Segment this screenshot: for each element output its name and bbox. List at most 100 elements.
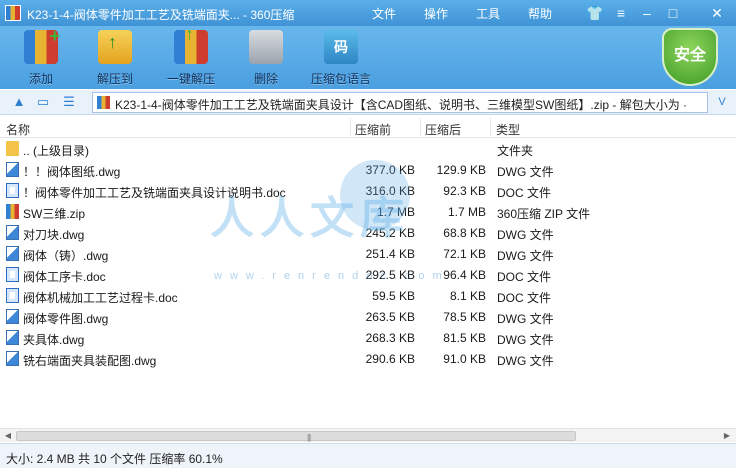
file-type: 360压缩 ZIP 文件 — [497, 207, 591, 221]
file-row[interactable]: SW三维.zip 1.7 MB 1.7 MB 360压缩 ZIP 文件 — [0, 201, 736, 222]
file-name: 夹具体.dwg — [23, 333, 85, 347]
file-name: ！阀体零件加工工艺及铣端面夹具设计说明书.doc — [23, 186, 286, 200]
file-name: .. (上级目录) — [23, 144, 89, 158]
column-type[interactable]: 类型 — [496, 121, 520, 138]
file-list: .. (上级目录) 文件夹 ！！阀体图纸.dwg 377.0 KB 129.9 … — [0, 138, 736, 428]
menu-file[interactable]: 文件 — [372, 5, 396, 22]
file-compressed-size: 96.4 KB — [443, 268, 486, 282]
file-size: 1.7 MB — [376, 205, 415, 219]
address-dropdown-icon[interactable]: V — [712, 93, 732, 111]
add-button[interactable]: 添加 — [6, 26, 76, 88]
column-divider[interactable] — [420, 118, 421, 136]
column-divider[interactable] — [350, 118, 351, 136]
zip-file-icon — [6, 204, 19, 219]
file-row[interactable]: 阀体机械加工工艺过程卡.doc 59.5 KB 8.1 KB DOC 文件 — [0, 285, 736, 306]
file-row[interactable]: 铣右端面夹具装配图.dwg 290.6 KB 91.0 KB DWG 文件 — [0, 348, 736, 369]
status-text: 大小: 2.4 MB 共 10 个文件 压缩率 60.1% — [6, 452, 223, 466]
file-size: 290.6 KB — [365, 352, 415, 366]
file-name: 铣右端面夹具装配图.dwg — [23, 354, 157, 368]
file-type: 文件夹 — [497, 144, 534, 158]
add-archive-icon — [24, 26, 60, 64]
scrollbar-thumb[interactable]: ||| — [16, 431, 576, 442]
column-divider[interactable] — [490, 118, 491, 136]
file-type: DWG 文件 — [497, 228, 554, 242]
file-row[interactable]: .. (上级目录) 文件夹 — [0, 138, 736, 159]
file-type: DWG 文件 — [497, 333, 554, 347]
file-name: SW三维.zip — [23, 207, 86, 221]
file-compressed-size: 81.5 KB — [443, 331, 486, 345]
dwg-file-icon — [6, 330, 19, 345]
dwg-file-icon — [6, 351, 19, 366]
delete-label: 删除 — [253, 72, 278, 86]
file-size: 251.4 KB — [365, 247, 415, 261]
address-path-field[interactable]: K23-1-4-阀体零件加工工艺及铣端面夹具设计【含CAD图纸、说明书、三维模型… — [92, 92, 708, 113]
menu-help[interactable]: 帮助 — [528, 5, 552, 22]
file-type: DOC 文件 — [497, 270, 552, 284]
one-click-extract-button[interactable]: 一键解压 — [156, 24, 226, 88]
file-row[interactable]: 阀体工序卡.doc 292.5 KB 96.4 KB DOC 文件 — [0, 264, 736, 285]
file-compressed-size: 72.1 KB — [443, 247, 486, 261]
file-row[interactable]: 对刀块.dwg 245.2 KB 68.8 KB DWG 文件 — [0, 222, 736, 243]
doc-file-icon — [6, 288, 19, 303]
file-row[interactable]: 阀体（铸）.dwg 251.4 KB 72.1 KB DWG 文件 — [0, 243, 736, 264]
file-compressed-size: 78.5 KB — [443, 310, 486, 324]
file-name: 阀体机械加工工艺过程卡.doc — [23, 291, 178, 305]
file-type: DWG 文件 — [497, 354, 554, 368]
file-row[interactable]: 夹具体.dwg 268.3 KB 81.5 KB DWG 文件 — [0, 327, 736, 348]
file-size: 263.5 KB — [365, 310, 415, 324]
file-name: 对刀块.dwg — [23, 228, 85, 242]
one-click-extract-icon — [174, 24, 208, 64]
list-view-icon[interactable]: ☰ — [60, 93, 78, 111]
archive-language-label: 压缩包语言 — [310, 72, 371, 86]
file-list-header: 名称 压缩前 压缩后 类型 — [0, 116, 736, 138]
file-type: DOC 文件 — [497, 186, 552, 200]
dwg-file-icon — [6, 162, 19, 177]
horizontal-scrollbar[interactable]: ◀ ||| ▶ — [0, 428, 736, 442]
scrollbar-grip-icon: ||| — [307, 433, 311, 442]
zip-file-icon — [97, 96, 110, 109]
maximize-icon[interactable]: □ — [662, 3, 684, 23]
up-arrow-icon[interactable]: ▲ — [10, 93, 28, 111]
archive-language-button[interactable]: 码 压缩包语言 — [306, 30, 376, 88]
file-type: DWG 文件 — [497, 165, 554, 179]
file-compressed-size: 129.9 KB — [436, 163, 486, 177]
file-type: DWG 文件 — [497, 249, 554, 263]
scroll-left-icon[interactable]: ◀ — [1, 430, 15, 442]
address-path-text: K23-1-4-阀体零件加工工艺及铣端面夹具设计【含CAD图纸、说明书、三维模型… — [115, 98, 688, 112]
column-size[interactable]: 压缩前 — [355, 121, 391, 138]
one-click-extract-label: 一键解压 — [166, 72, 215, 86]
menu-icon[interactable]: ≡ — [610, 3, 632, 23]
toolbar: 添加 解压到 一键解压 删除 码 压缩包语言 — [0, 24, 736, 89]
security-shield-badge[interactable]: 安全 — [662, 28, 718, 86]
file-size: 268.3 KB — [365, 331, 415, 345]
delete-button[interactable]: 删除 — [231, 30, 301, 88]
title-bar: K23-1-4-阀体零件加工工艺及铣端面夹... - 360压缩 文件 操作 工… — [0, 0, 736, 26]
file-size: 245.2 KB — [365, 226, 415, 240]
minimize-icon[interactable]: – — [636, 3, 658, 23]
file-row[interactable]: 阀体零件图.dwg 263.5 KB 78.5 KB DWG 文件 — [0, 306, 736, 327]
file-size: 59.5 KB — [372, 289, 415, 303]
language-icon: 码 — [324, 30, 358, 64]
thumbnail-view-icon[interactable]: ▭ — [34, 93, 52, 111]
file-type: DOC 文件 — [497, 291, 552, 305]
close-icon[interactable]: ✕ — [706, 3, 728, 23]
column-name[interactable]: 名称 — [6, 121, 30, 138]
file-size: 316.0 KB — [365, 184, 415, 198]
menu-tools[interactable]: 工具 — [476, 5, 500, 22]
dwg-file-icon — [6, 246, 19, 261]
file-compressed-size: 92.3 KB — [443, 184, 486, 198]
scroll-right-icon[interactable]: ▶ — [720, 430, 734, 442]
file-name: 阀体零件图.dwg — [23, 312, 109, 326]
column-compressed-size[interactable]: 压缩后 — [425, 121, 461, 138]
dwg-file-icon — [6, 309, 19, 324]
file-name: ！！阀体图纸.dwg — [23, 165, 121, 179]
extract-to-label: 解压到 — [96, 72, 133, 86]
file-row[interactable]: ！阀体零件加工工艺及铣端面夹具设计说明书.doc 316.0 KB 92.3 K… — [0, 180, 736, 201]
file-compressed-size: 8.1 KB — [449, 289, 486, 303]
extract-to-button[interactable]: 解压到 — [80, 30, 150, 88]
file-compressed-size: 91.0 KB — [443, 352, 486, 366]
shirt-icon[interactable]: 👕 — [584, 3, 606, 23]
menu-operation[interactable]: 操作 — [424, 5, 448, 22]
file-row[interactable]: ！！阀体图纸.dwg 377.0 KB 129.9 KB DWG 文件 — [0, 159, 736, 180]
add-label: 添加 — [28, 72, 53, 86]
